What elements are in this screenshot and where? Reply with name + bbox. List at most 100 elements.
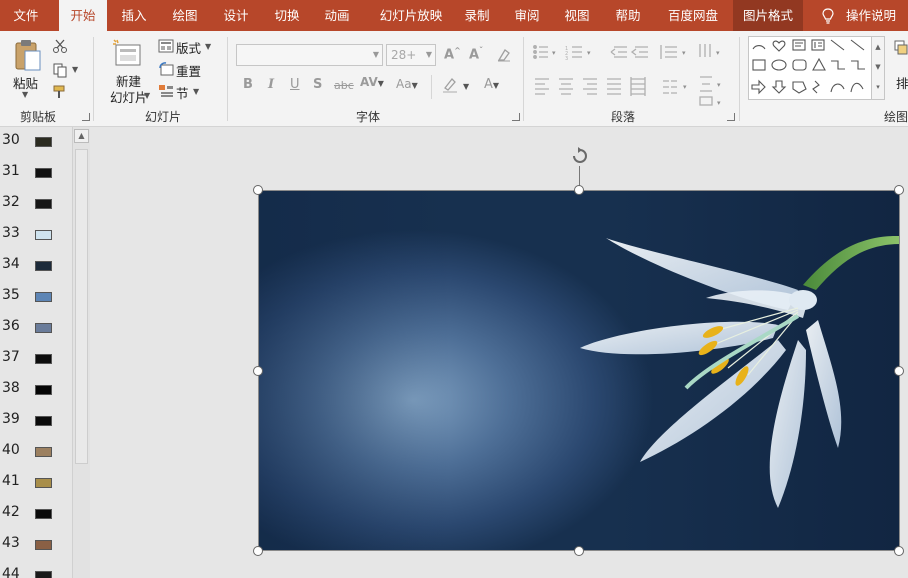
layout-button[interactable]: 版式 <box>176 38 201 57</box>
slide-thumbnail[interactable] <box>35 540 52 550</box>
slide-thumbnail[interactable] <box>35 509 52 519</box>
drawing-group-label: 绘图 <box>884 110 908 124</box>
tab-help[interactable]: 帮助 <box>607 0 649 31</box>
reset-icon[interactable] <box>158 62 174 76</box>
slide-thumbnail[interactable] <box>35 447 52 457</box>
new-slide-icon[interactable] <box>111 38 143 68</box>
arrange-icon[interactable] <box>894 40 908 56</box>
svg-text:▾: ▾ <box>717 99 721 107</box>
slide-thumbnail[interactable] <box>35 137 52 147</box>
rotate-icon[interactable] <box>569 145 591 167</box>
layout-dropdown-icon[interactable]: ▼ <box>205 42 211 51</box>
slide-number: 44 <box>2 566 20 578</box>
font-size-combo[interactable]: 28+ ▼ <box>386 44 436 66</box>
tab-slideshow[interactable]: 幻灯片放映 <box>370 0 452 31</box>
tab-file[interactable]: 文件 <box>0 0 52 31</box>
lightbulb-icon <box>822 8 834 24</box>
resize-handle-bottom[interactable] <box>574 546 584 556</box>
tell-me-search[interactable]: 操作说明搜 <box>846 0 908 54</box>
slide-thumbnail[interactable] <box>35 199 52 209</box>
slide-thumbnail[interactable] <box>35 478 52 488</box>
new-slide-label-2[interactable]: 幻灯片 <box>110 87 148 106</box>
resize-handle-top-left[interactable] <box>253 185 263 195</box>
resize-handle-top-right[interactable] <box>894 185 904 195</box>
clipboard-launcher-icon[interactable] <box>82 113 90 121</box>
paragraph-group-label: 段落 <box>610 110 635 124</box>
paragraph-launcher-icon[interactable] <box>727 113 735 121</box>
italic-button[interactable]: I <box>268 77 274 92</box>
group-separator <box>739 37 740 121</box>
decrease-font-icon[interactable]: Aˇ <box>469 46 483 62</box>
tab-transitions[interactable]: 切换 <box>266 0 308 31</box>
shapes-gallery-icons <box>751 39 865 95</box>
tab-baidu-netdisk[interactable]: 百度网盘 <box>659 0 727 31</box>
slide-number: 36 <box>2 318 20 334</box>
slide-number: 41 <box>2 473 20 489</box>
thumbnail-scrollbar[interactable]: ▲ <box>72 127 90 578</box>
reset-button[interactable]: 重置 <box>176 61 201 80</box>
font-launcher-icon[interactable] <box>512 113 520 121</box>
svg-text:▾: ▾ <box>716 49 720 57</box>
slide-thumbnail[interactable] <box>35 354 52 364</box>
clear-formatting-icon[interactable] <box>496 47 512 63</box>
cut-icon[interactable] <box>52 38 68 54</box>
resize-handle-top[interactable] <box>574 185 584 195</box>
tab-design[interactable]: 设计 <box>215 0 257 31</box>
slide-number: 38 <box>2 380 20 396</box>
character-spacing-icon[interactable]: AV▼ <box>360 75 384 89</box>
paste-dropdown-icon[interactable]: ▼ <box>22 90 28 99</box>
layout-icon[interactable] <box>158 39 174 53</box>
resize-handle-left[interactable] <box>253 366 263 376</box>
font-name-combo[interactable]: ▼ <box>236 44 383 66</box>
tab-insert[interactable]: 插入 <box>113 0 155 31</box>
tab-animations[interactable]: 动画 <box>316 0 358 31</box>
slide-thumbnail[interactable] <box>35 261 52 271</box>
svg-text:▾: ▾ <box>683 83 687 91</box>
highlight-dropdown-icon[interactable]: ▼ <box>463 82 469 91</box>
shapes-gallery[interactable] <box>748 36 884 100</box>
slide-thumbnail[interactable] <box>35 571 52 578</box>
scrollbar-thumb[interactable] <box>75 149 88 464</box>
font-size-value: 28+ <box>391 48 417 62</box>
slide-thumbnail[interactable] <box>35 168 52 178</box>
bold-button[interactable]: B <box>243 77 253 92</box>
section-button[interactable]: 节 <box>176 83 189 102</box>
clipboard-group-label: 剪贴板 <box>19 110 56 124</box>
resize-handle-bottom-left[interactable] <box>253 546 263 556</box>
tab-record[interactable]: 录制 <box>456 0 498 31</box>
slide-thumbnail[interactable] <box>35 230 52 240</box>
increase-font-icon[interactable]: A^ <box>444 46 461 62</box>
shapes-gallery-scroll[interactable]: ▲ ▼ ▾ <box>871 36 885 100</box>
underline-button[interactable]: U <box>290 77 300 92</box>
svg-text:3: 3 <box>565 56 568 62</box>
paste-icon[interactable] <box>13 38 43 72</box>
slide-number: 33 <box>2 225 20 241</box>
section-icon[interactable] <box>158 84 174 98</box>
arrange-label[interactable]: 排 <box>896 73 908 92</box>
slide-thumbnail[interactable] <box>35 323 52 333</box>
text-shadow-button[interactable]: S <box>313 77 322 92</box>
slide-number: 31 <box>2 163 20 179</box>
copy-dropdown-icon[interactable]: ▼ <box>72 65 78 74</box>
resize-handle-right[interactable] <box>894 366 904 376</box>
tab-draw[interactable]: 绘图 <box>164 0 206 31</box>
section-dropdown-icon[interactable]: ▼ <box>193 87 199 96</box>
resize-handle-bottom-right[interactable] <box>894 546 904 556</box>
font-color-icon[interactable]: A▼ <box>484 77 499 92</box>
tab-home[interactable]: 开始 <box>59 0 107 32</box>
slide-thumbnail[interactable] <box>35 416 52 426</box>
slide-number: 30 <box>2 132 20 148</box>
highlight-icon[interactable] <box>441 76 459 94</box>
new-slide-dropdown-icon[interactable]: ▼ <box>144 91 150 100</box>
tab-view[interactable]: 视图 <box>556 0 598 31</box>
tab-picture-format[interactable]: 图片格式 <box>733 0 803 31</box>
format-painter-icon[interactable] <box>52 84 68 100</box>
copy-icon[interactable] <box>52 62 68 78</box>
tab-review[interactable]: 审阅 <box>506 0 548 31</box>
slide-thumbnail[interactable] <box>35 385 52 395</box>
scroll-up-icon[interactable]: ▲ <box>74 129 89 143</box>
strikethrough-button[interactable]: abc <box>334 79 354 92</box>
change-case-icon[interactable]: Aa▼ <box>396 77 418 91</box>
font-group-label: 字体 <box>355 110 380 124</box>
slide-thumbnail[interactable] <box>35 292 52 302</box>
